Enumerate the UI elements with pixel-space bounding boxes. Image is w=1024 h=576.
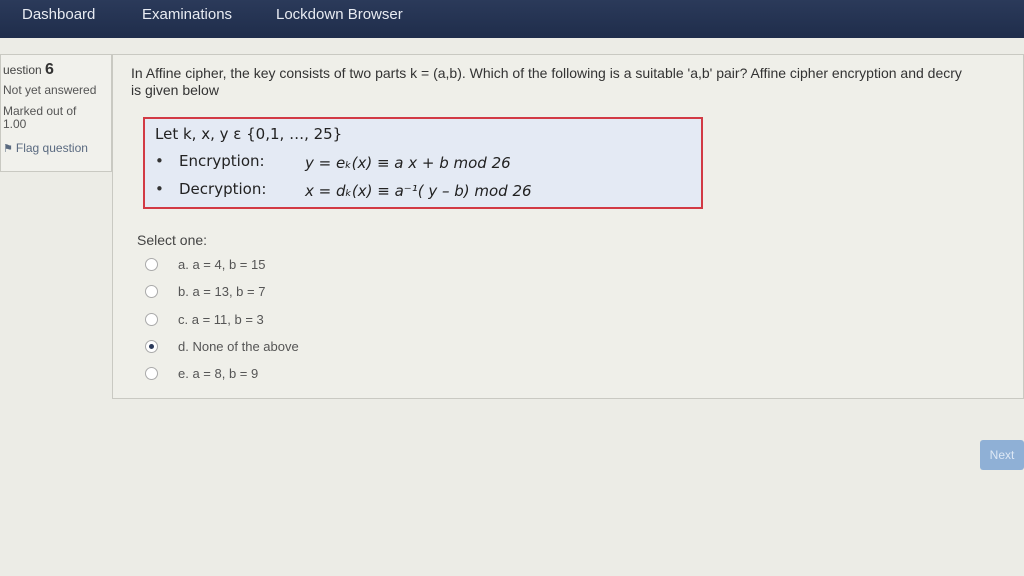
bullet-icon: • xyxy=(155,152,164,170)
encryption-formula: y = eₖ(x) ≡ a x + b mod 26 xyxy=(305,154,511,172)
formula-set-line: Let k, x, y ε {0,1, …, 25} xyxy=(155,125,343,143)
radio-option-e[interactable] xyxy=(145,367,158,380)
question-text-line-1: In Affine cipher, the key consists of tw… xyxy=(131,65,962,81)
option-d[interactable]: d. None of the above xyxy=(145,339,299,354)
option-d-label: d. None of the above xyxy=(178,339,299,354)
question-status: Not yet answered xyxy=(3,83,97,97)
question-text: In Affine cipher, the key consists of tw… xyxy=(131,65,1021,99)
radio-option-c[interactable] xyxy=(145,313,158,326)
nav-lockdown-browser[interactable]: Lockdown Browser xyxy=(276,6,403,23)
option-e[interactable]: e. a = 8, b = 9 xyxy=(145,366,258,381)
top-navbar: Dashboard Examinations Lockdown Browser xyxy=(0,0,1024,38)
option-b[interactable]: b. a = 13, b = 7 xyxy=(145,284,265,299)
decryption-label: Decryption: xyxy=(179,180,267,198)
flag-question-label: Flag question xyxy=(15,141,88,155)
flag-icon: ⚑ xyxy=(3,143,13,155)
radio-option-a[interactable] xyxy=(145,258,158,271)
encryption-label: Encryption: xyxy=(179,152,265,170)
next-button[interactable]: Next xyxy=(980,440,1024,470)
question-number-label: uestion 6 xyxy=(3,61,109,79)
question-content-box: In Affine cipher, the key consists of tw… xyxy=(112,54,1024,399)
radio-option-b[interactable] xyxy=(145,285,158,298)
decryption-formula: x = dₖ(x) ≡ a⁻¹( y – b) mod 26 xyxy=(305,182,532,200)
question-text-line-2: is given below xyxy=(131,82,219,98)
marks-value: 1.00 xyxy=(3,117,27,131)
select-one-prompt: Select one: xyxy=(137,232,208,248)
formula-box: Let k, x, y ε {0,1, …, 25} • Encryption:… xyxy=(143,117,703,209)
nav-examinations[interactable]: Examinations xyxy=(142,6,232,23)
question-number: 6 xyxy=(45,61,54,78)
option-b-label: b. a = 13, b = 7 xyxy=(178,284,266,299)
option-c-label: c. a = 11, b = 3 xyxy=(178,312,264,327)
marks-info: Marked out of 1.00 xyxy=(3,105,109,131)
nav-dashboard[interactable]: Dashboard xyxy=(22,6,95,23)
question-prefix: uestion xyxy=(3,63,42,77)
option-c[interactable]: c. a = 11, b = 3 xyxy=(145,312,264,327)
option-a-label: a. a = 4, b = 15 xyxy=(178,257,266,272)
flag-question-link[interactable]: ⚑ Flag question xyxy=(3,141,109,155)
bullet-icon: • xyxy=(155,180,164,198)
option-a[interactable]: a. a = 4, b = 15 xyxy=(145,257,265,272)
radio-option-d[interactable] xyxy=(145,340,158,353)
option-e-label: e. a = 8, b = 9 xyxy=(178,366,259,381)
question-info-panel: uestion 6 Not yet answered Marked out of… xyxy=(0,54,112,172)
